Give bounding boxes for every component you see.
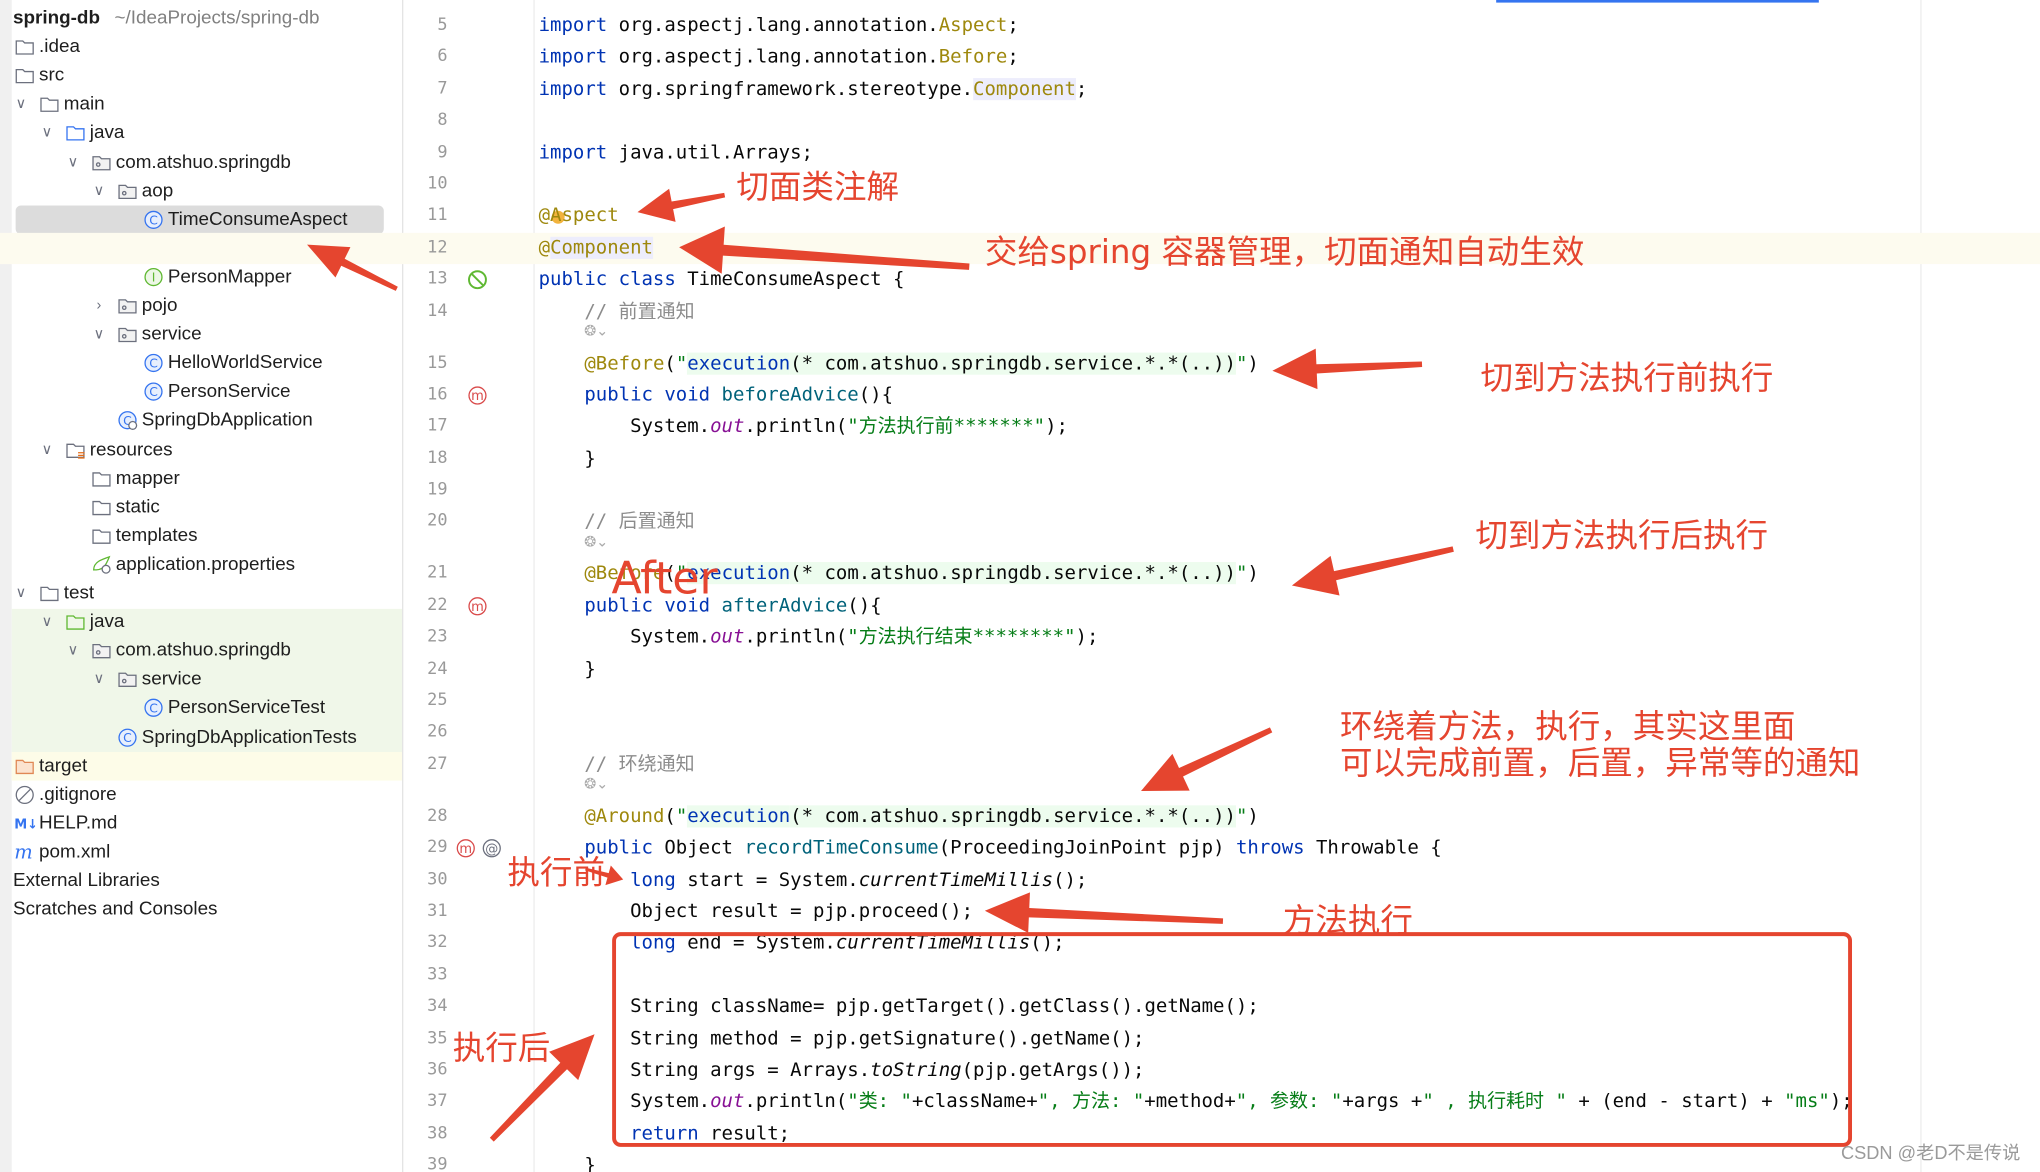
aspect-note: 切面类注解 bbox=[736, 167, 900, 206]
before-exec-note: 执行前 bbox=[507, 853, 605, 892]
component-note: 交给spring 容器管理，切面通知自动生效 bbox=[984, 232, 1585, 271]
proceed-note: 方法执行 bbox=[1282, 901, 1413, 940]
after-exec-note: 执行后 bbox=[452, 1029, 551, 1067]
annotation-overlay bbox=[307, 188, 1853, 1147]
arrow-to-component-annotation bbox=[679, 226, 970, 274]
arrow-to-proceed bbox=[984, 892, 1224, 933]
arrow-to-around-advice bbox=[1140, 727, 1273, 792]
before-note: 切到方法执行前执行 bbox=[1480, 359, 1774, 397]
after-overlay-text: After bbox=[611, 552, 718, 605]
arrow-to-aspect-annotation bbox=[637, 188, 726, 222]
ide-window: spring-db ~/IdeaProjects/spring-db .idea… bbox=[0, 0, 2040, 1172]
around-note-line2: 可以完成前置，后置，异常等的通知 bbox=[1340, 744, 1861, 782]
arrow-to-before-advice bbox=[1272, 348, 1423, 390]
arrow-to-after-advice bbox=[1291, 546, 1454, 596]
after-block-highlight-box bbox=[612, 932, 1853, 1147]
after-note: 切到方法执行后执行 bbox=[1475, 516, 1769, 555]
watermark: CSDN @老D不是传说 bbox=[1840, 1142, 2021, 1164]
arrow-to-aspect-file bbox=[307, 244, 398, 291]
